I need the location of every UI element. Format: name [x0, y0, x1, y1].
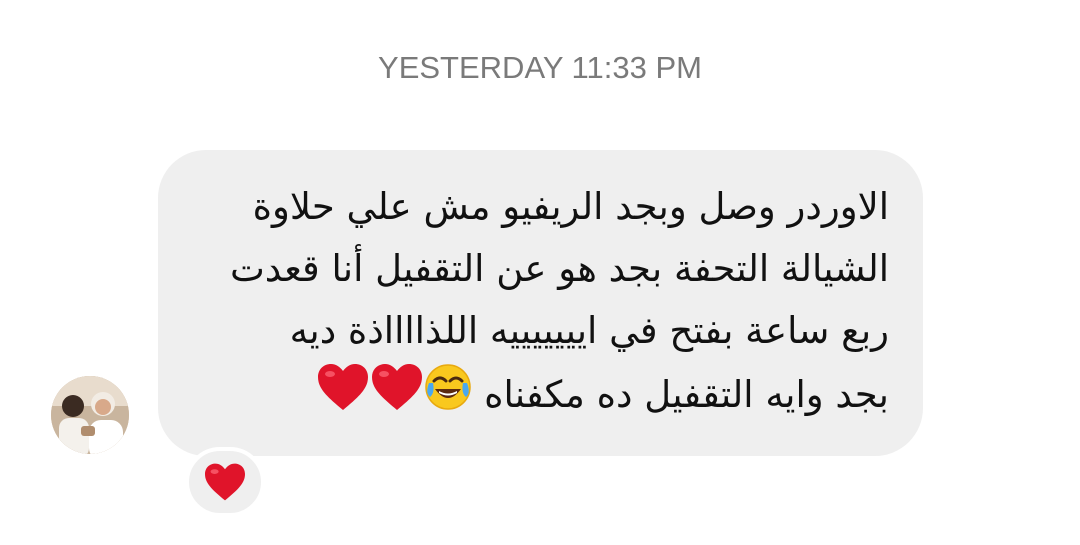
message-bubble[interactable]: الاوردر وصل وبجد الريفيو مش علي حلاوة ال… [158, 150, 923, 456]
message-timestamp: YESTERDAY 11:33 PM [378, 50, 702, 85]
reaction-badge[interactable] [185, 447, 265, 517]
red-heart-emoji [370, 362, 424, 431]
message-text-line: الاوردر وصل وبجد الريفيو مش علي حلاوة [252, 185, 889, 228]
red-heart-icon [205, 463, 245, 501]
message-text-line: بجد وايه التقفيل ده مكفناه [484, 373, 889, 416]
message-text-line: ربع ساعة بفتح في ايييييييه اللذااااذة دي… [289, 309, 889, 352]
message-last-line: بجد وايه التقفيل ده مكفناه [198, 362, 889, 431]
sender-avatar[interactable] [51, 376, 129, 454]
message-text-line: الشيالة التحفة بجد هو عن التقفيل أنا قعد… [229, 247, 889, 290]
avatar-photo-icon [51, 376, 129, 454]
chat-thread: YESTERDAY 11:33 PM الاوردر وصل وبجد الري… [0, 0, 1080, 545]
face-with-tears-of-joy-emoji [424, 363, 472, 430]
red-heart-emoji [316, 362, 370, 431]
